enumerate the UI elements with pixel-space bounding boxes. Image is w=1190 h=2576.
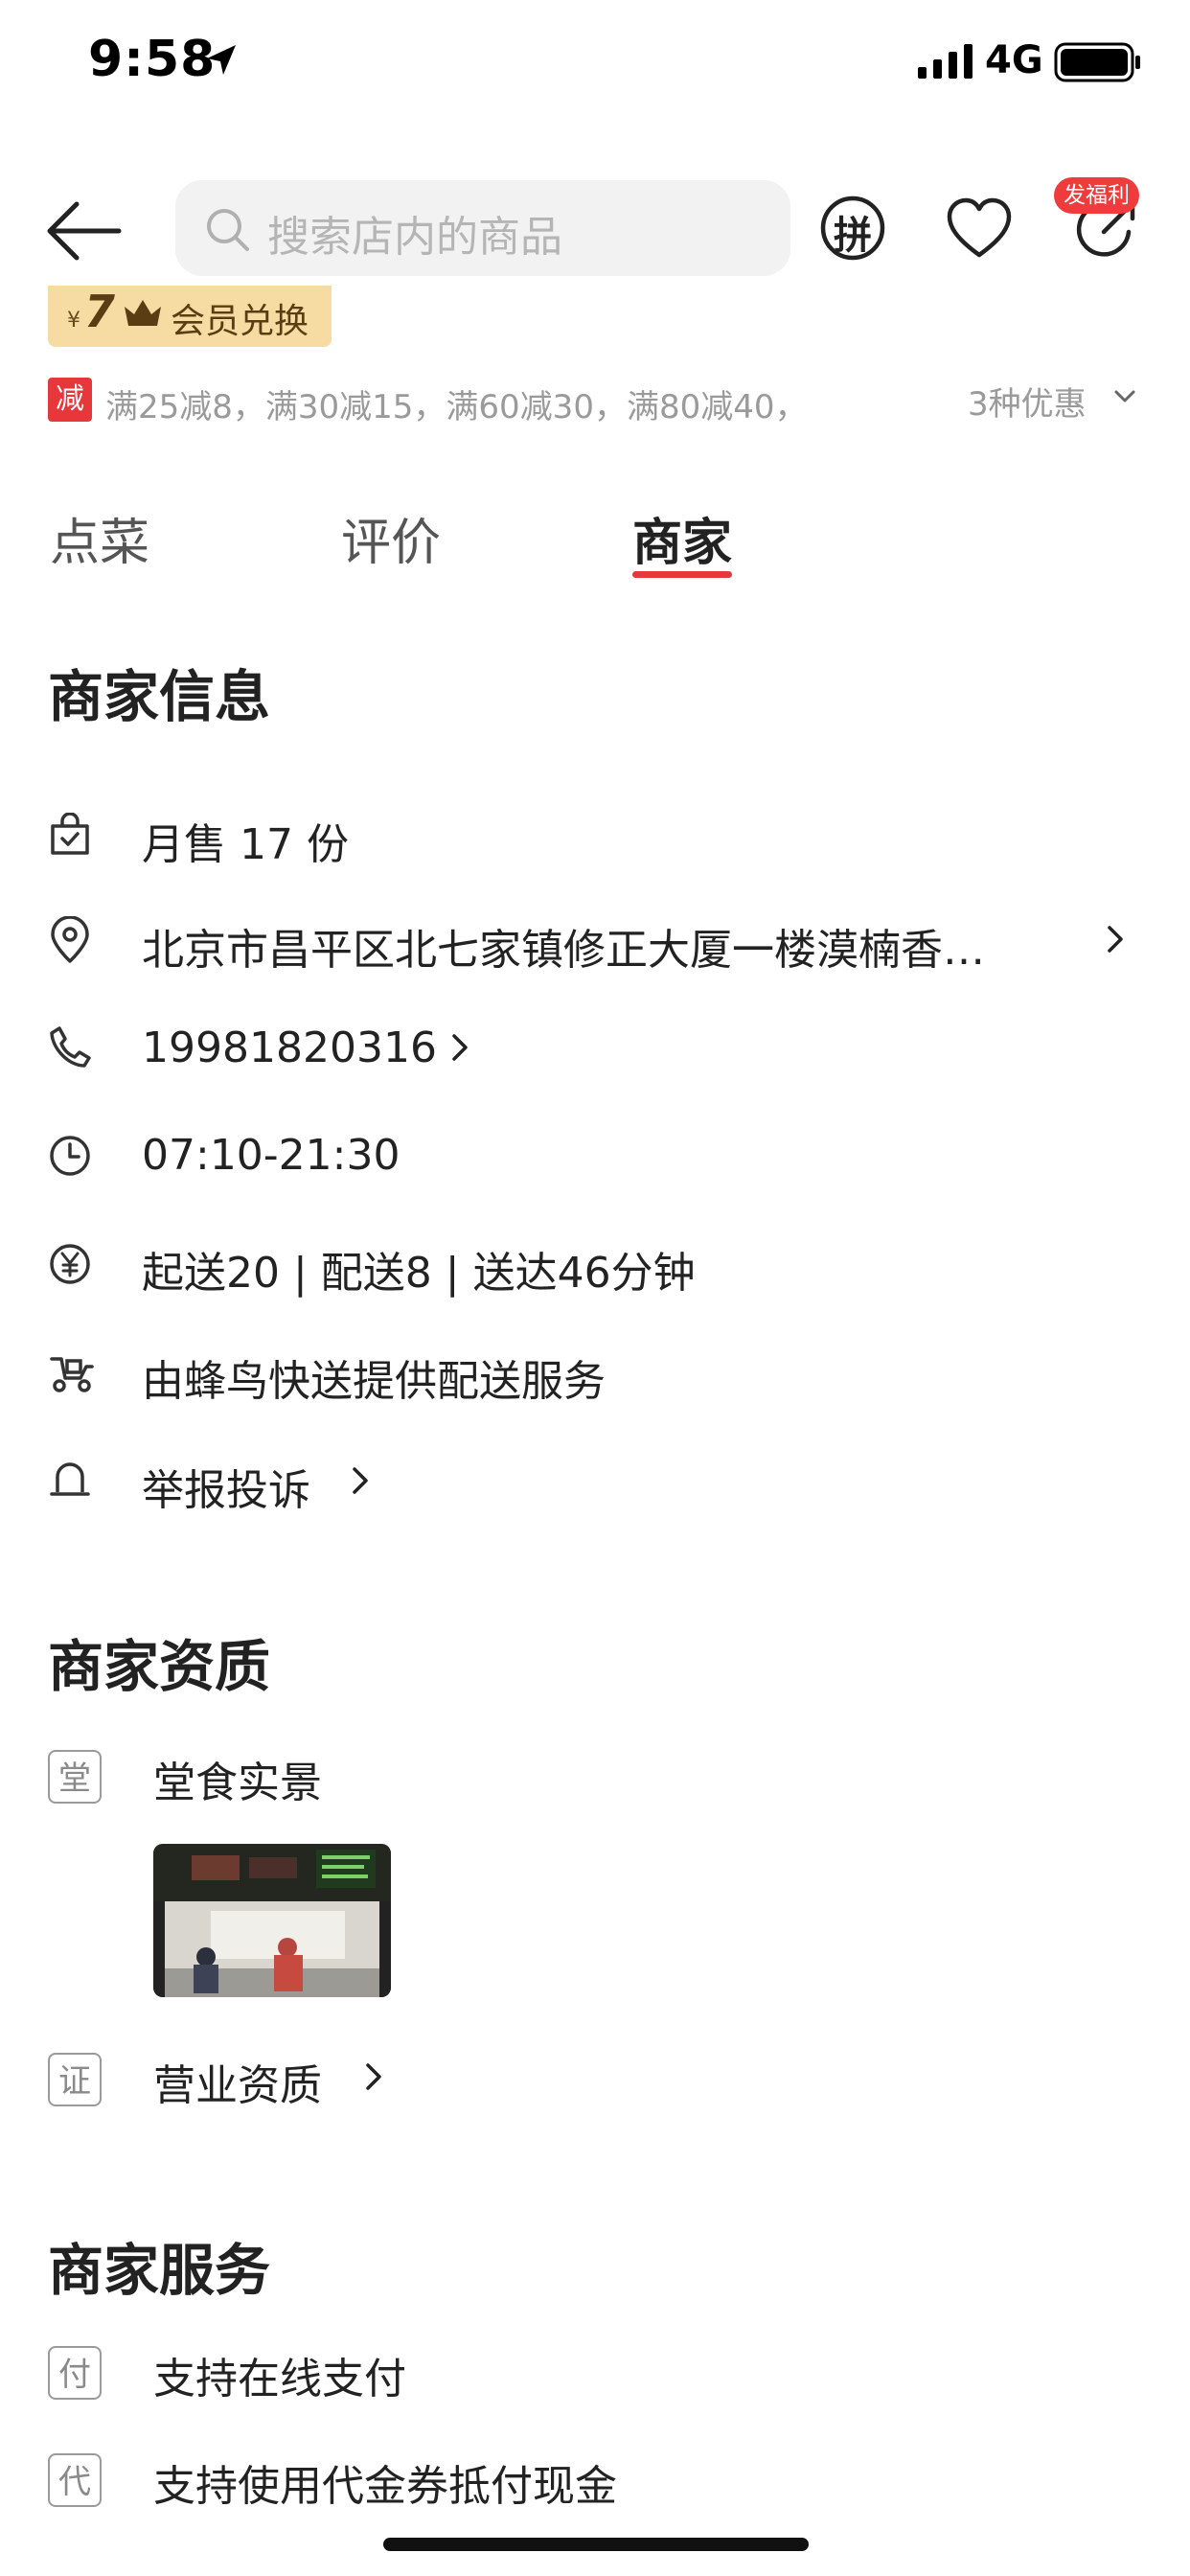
alarm-bell-icon [48,1458,92,1502]
active-tab-indicator [632,571,732,578]
search-input[interactable]: 搜索店内的商品 [175,180,790,276]
chevron-right-icon [351,1466,370,1495]
dine-in-label: 堂食实景 [153,1759,322,1807]
online-pay-icon: 付 [48,2346,102,2400]
currency-symbol: ¥ [67,309,80,333]
section-title-merchant-services: 商家服务 [48,2238,271,2303]
home-indicator[interactable] [383,2538,809,2551]
network-type: 4G [985,38,1043,82]
signal-icon [918,44,973,79]
merchant-address: 北京市昌平区北七家镇修正大厦一楼漠楠香… [142,926,985,975]
back-button[interactable] [42,196,128,265]
favorite-button[interactable] [946,196,1013,263]
member-exchange-label: 会员兑换 [171,302,309,341]
back-arrow-icon [47,201,122,261]
dine-in-photo[interactable] [153,1844,391,1997]
delivery-fees: 起送20 | 配送8 | 送达46分钟 [142,1249,696,1298]
voucher-label: 支持使用代金券抵付现金 [153,2462,617,2511]
phone-icon [48,1024,92,1069]
search-placeholder: 搜索店内的商品 [267,213,562,262]
member-price: 7 [84,286,116,337]
shopping-bag-icon [48,813,92,857]
status-time: 9:58 [88,31,217,88]
discount-rules: 满25减8，满30减15，满60减30，满80减40， [105,388,808,426]
business-license-row[interactable]: 证 营业资质 [0,2041,422,2118]
chevron-down-icon[interactable] [1113,389,1136,404]
clock-icon [48,1134,92,1178]
crown-icon [123,297,163,330]
tab-merchant[interactable]: 商家 [632,502,732,574]
chevron-right-icon [450,1033,469,1062]
more-discounts-link[interactable]: 3种优惠 [968,378,1087,425]
member-exchange-tag[interactable]: ¥ 7 会员兑换 [48,286,332,347]
search-icon [204,206,252,254]
report-row[interactable]: 举报投诉 [0,1442,402,1519]
tab-order[interactable]: 点菜 [50,502,149,574]
license-icon: 证 [48,2053,102,2106]
delivery-service: 由蜂鸟快送提供配送服务 [142,1357,606,1406]
dine-in-icon: 堂 [48,1750,102,1804]
phone-row[interactable]: 19981820316 [0,1009,498,1086]
welfare-badge[interactable]: 发福利 [1054,177,1139,214]
business-hours: 07:10-21:30 [142,1131,400,1180]
battery-icon [1054,42,1142,82]
online-pay-label: 支持在线支付 [153,2355,406,2404]
yen-circle-icon [48,1242,92,1286]
pin-label: 拼 [834,214,872,258]
business-license-label: 营业资质 [153,2061,322,2110]
chevron-right-icon [364,2062,383,2091]
report-complaint: 举报投诉 [142,1466,310,1515]
section-title-merchant-qualification: 商家资质 [48,1634,271,1699]
heart-icon [947,197,1012,258]
tab-reviews[interactable]: 评价 [341,502,441,574]
voucher-icon: 代 [48,2453,102,2507]
location-pin-icon [48,916,92,964]
monthly-sales: 月售 17 份 [142,820,349,869]
chevron-right-icon [1106,925,1125,954]
group-buy-button[interactable]: 拼 [819,195,886,262]
location-arrow-icon [203,42,240,79]
discount-badge: 减 [48,378,92,422]
scooter-icon [48,1349,94,1393]
section-title-merchant-info: 商家信息 [48,664,271,729]
address-row[interactable]: 北京市昌平区北七家镇修正大厦一楼漠楠香… [0,901,1190,978]
merchant-phone: 19981820316 [142,1024,437,1072]
